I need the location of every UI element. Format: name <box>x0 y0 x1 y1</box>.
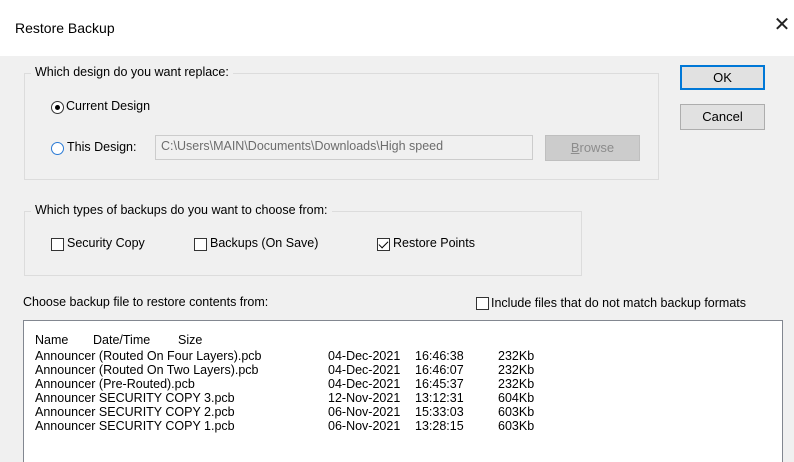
file-name: Announcer (Routed On Four Layers).pcb <box>35 349 262 363</box>
include-files-label[interactable]: Include files that do not match backup f… <box>491 296 746 310</box>
column-size[interactable]: Size <box>178 333 202 347</box>
file-date: 04-Dec-2021 <box>328 377 401 391</box>
list-item[interactable]: Announcer (Routed On Four Layers).pcb 04… <box>35 349 735 363</box>
file-size: 604Kb <box>498 391 535 405</box>
list-item[interactable]: Announcer SECURITY COPY 1.pcb 06-Nov-202… <box>35 419 735 433</box>
file-date: 06-Nov-2021 <box>328 405 401 419</box>
file-date: 06-Nov-2021 <box>328 419 401 433</box>
file-size: 603Kb <box>498 405 535 419</box>
current-design-label[interactable]: Current Design <box>66 99 150 113</box>
restore-points-checkbox[interactable] <box>377 238 390 251</box>
file-name: Announcer (Pre-Routed).pcb <box>35 377 195 391</box>
checkmark-icon <box>378 238 389 249</box>
file-size: 232Kb <box>498 377 535 391</box>
restore-points-label[interactable]: Restore Points <box>393 236 475 250</box>
file-name: Announcer SECURITY COPY 1.pcb <box>35 419 235 433</box>
file-time: 13:28:15 <box>415 419 464 433</box>
list-item[interactable]: Announcer (Pre-Routed).pcb 04-Dec-2021 1… <box>35 377 735 391</box>
list-item[interactable]: Announcer SECURITY COPY 3.pcb 12-Nov-202… <box>35 391 735 405</box>
design-group-legend: Which design do you want replace: <box>31 65 233 79</box>
column-name[interactable]: Name <box>35 333 68 347</box>
design-path-field[interactable]: C:\Users\MAIN\Documents\Downloads\High s… <box>155 135 533 160</box>
file-time: 15:33:03 <box>415 405 464 419</box>
list-item[interactable]: Announcer (Routed On Two Layers).pcb 04-… <box>35 363 735 377</box>
file-time: 16:45:37 <box>415 377 464 391</box>
file-size: 603Kb <box>498 419 535 433</box>
security-copy-checkbox[interactable] <box>51 238 64 251</box>
title-bar: Restore Backup ✕ <box>0 0 794 56</box>
file-date: 04-Dec-2021 <box>328 363 401 377</box>
list-header: Name Date/Time Size <box>35 333 735 347</box>
ok-button[interactable]: OK <box>680 65 765 90</box>
include-files-checkbox[interactable] <box>476 297 489 310</box>
list-item[interactable]: Announcer SECURITY COPY 2.pcb 06-Nov-202… <box>35 405 735 419</box>
browse-label-rest: rowse <box>579 140 615 155</box>
file-time: 16:46:07 <box>415 363 464 377</box>
file-name: Announcer SECURITY COPY 2.pcb <box>35 405 235 419</box>
this-design-label[interactable]: This Design: <box>67 140 136 154</box>
security-copy-label[interactable]: Security Copy <box>67 236 145 250</box>
file-date: 04-Dec-2021 <box>328 349 401 363</box>
backups-on-save-checkbox[interactable] <box>194 238 207 251</box>
backup-file-list[interactable]: Name Date/Time Size Announcer (Routed On… <box>23 320 783 462</box>
file-name: Announcer SECURITY COPY 3.pcb <box>35 391 235 405</box>
file-size: 232Kb <box>498 349 535 363</box>
this-design-radio[interactable] <box>51 142 64 155</box>
choose-backup-label: Choose backup file to restore contents f… <box>23 295 269 309</box>
column-datetime[interactable]: Date/Time <box>93 333 150 347</box>
backup-types-legend: Which types of backups do you want to ch… <box>31 203 332 217</box>
cancel-button[interactable]: Cancel <box>680 104 765 130</box>
file-size: 232Kb <box>498 363 535 377</box>
browse-button[interactable]: Browse <box>545 135 640 161</box>
current-design-radio[interactable] <box>51 101 64 114</box>
file-time: 16:46:38 <box>415 349 464 363</box>
file-time: 13:12:31 <box>415 391 464 405</box>
backups-on-save-label[interactable]: Backups (On Save) <box>210 236 318 250</box>
window-title: Restore Backup <box>15 20 115 36</box>
design-group: Which design do you want replace: <box>24 65 659 180</box>
file-name: Announcer (Routed On Two Layers).pcb <box>35 363 259 377</box>
close-icon[interactable]: ✕ <box>772 13 792 37</box>
file-date: 12-Nov-2021 <box>328 391 401 405</box>
